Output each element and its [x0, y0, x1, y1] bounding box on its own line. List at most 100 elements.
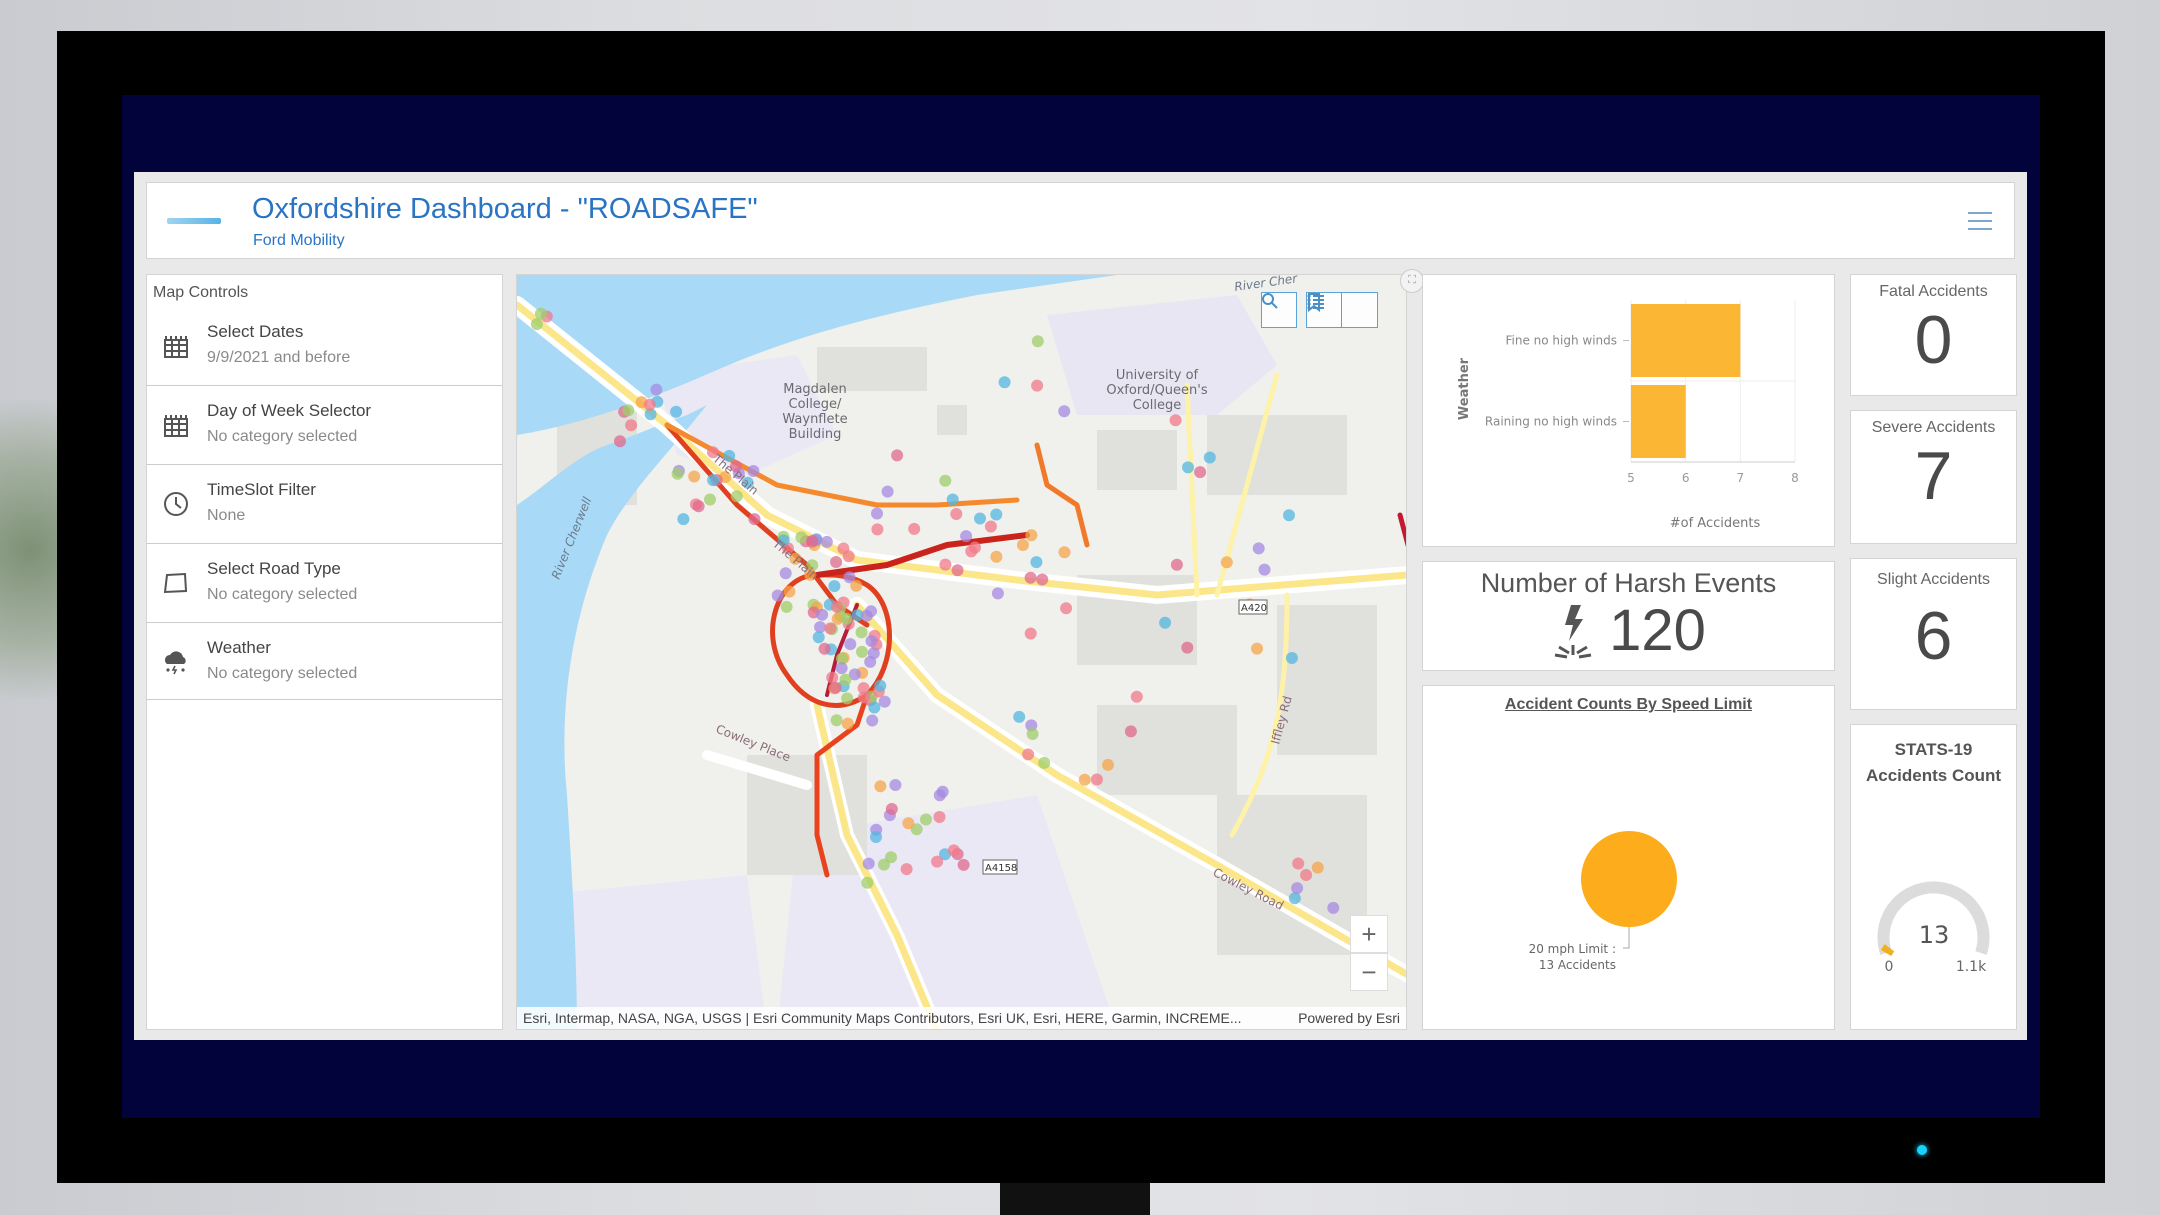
accident-point[interactable]: [1283, 509, 1295, 522]
accident-point[interactable]: [1022, 748, 1035, 761]
accident-point[interactable]: [889, 779, 902, 791]
accident-point[interactable]: [866, 714, 879, 727]
accident-point[interactable]: [946, 493, 959, 506]
accident-point[interactable]: [806, 535, 819, 547]
accident-point[interactable]: [1220, 556, 1233, 569]
accident-point[interactable]: [990, 550, 1003, 563]
accident-point[interactable]: [1036, 573, 1049, 586]
accident-point[interactable]: [870, 831, 882, 843]
bar-1[interactable]: [1631, 385, 1686, 458]
accident-point[interactable]: [814, 621, 827, 634]
hamburger-menu-icon[interactable]: [1968, 212, 1992, 232]
accident-point[interactable]: [908, 522, 921, 535]
accident-point[interactable]: [850, 579, 863, 592]
accident-point[interactable]: [1252, 542, 1265, 555]
accident-point[interactable]: [828, 580, 841, 593]
accident-point[interactable]: [1078, 773, 1091, 786]
accident-point[interactable]: [1169, 414, 1182, 427]
accident-point[interactable]: [830, 600, 843, 613]
accident-point[interactable]: [816, 608, 829, 621]
accident-point[interactable]: [891, 449, 904, 462]
accident-point[interactable]: [1258, 563, 1271, 576]
accident-point[interactable]: [830, 714, 843, 727]
accident-point[interactable]: [1024, 571, 1037, 584]
accident-point[interactable]: [920, 813, 932, 826]
accident-point[interactable]: [957, 858, 970, 871]
sidebar-item-timeslot[interactable]: TimeSlot Filter None: [147, 464, 502, 542]
accident-point[interactable]: [871, 523, 884, 536]
pie-slice-20mph[interactable]: [1581, 831, 1677, 927]
accident-point[interactable]: [933, 811, 946, 823]
accident-point[interactable]: [1124, 725, 1137, 738]
accident-point[interactable]: [824, 622, 837, 635]
accident-point[interactable]: [820, 535, 833, 548]
accident-point[interactable]: [771, 589, 784, 602]
accident-point[interactable]: [1251, 642, 1263, 655]
accident-point[interactable]: [829, 681, 842, 694]
legend-button[interactable]: [1307, 292, 1378, 328]
accident-point[interactable]: [857, 691, 870, 704]
sidebar-item-road-type[interactable]: Select Road Type No category selected: [147, 543, 502, 621]
accident-point[interactable]: [984, 520, 997, 533]
accident-point[interactable]: [856, 645, 868, 658]
accident-point[interactable]: [1291, 882, 1304, 895]
accident-point[interactable]: [874, 780, 887, 793]
accident-point[interactable]: [1030, 556, 1043, 569]
accident-point[interactable]: [835, 662, 848, 675]
accident-point[interactable]: [868, 701, 881, 714]
accident-point[interactable]: [688, 470, 701, 483]
accident-point[interactable]: [779, 567, 792, 580]
zoom-in-button[interactable]: +: [1350, 915, 1388, 953]
accident-point[interactable]: [960, 530, 973, 543]
accident-point[interactable]: [841, 692, 854, 705]
accident-point[interactable]: [861, 876, 874, 889]
accident-point[interactable]: [747, 465, 760, 477]
accident-point[interactable]: [936, 785, 949, 798]
accident-point[interactable]: [902, 817, 915, 830]
accident-point[interactable]: [1013, 710, 1026, 723]
accident-point[interactable]: [795, 531, 808, 544]
accident-point[interactable]: [839, 673, 852, 686]
accident-point[interactable]: [881, 485, 894, 498]
accident-point[interactable]: [865, 635, 878, 647]
accident-point[interactable]: [1017, 539, 1029, 551]
accident-point[interactable]: [1311, 861, 1324, 874]
accident-point[interactable]: [939, 558, 952, 571]
accident-point[interactable]: [692, 500, 705, 513]
accident-point[interactable]: [704, 493, 716, 506]
fullscreen-toggle-icon[interactable]: ⛶: [1400, 269, 1424, 293]
accident-point[interactable]: [1182, 461, 1194, 474]
accident-point[interactable]: [950, 508, 963, 520]
accident-point[interactable]: [812, 631, 825, 644]
accident-point[interactable]: [840, 612, 853, 625]
accident-point[interactable]: [780, 600, 793, 613]
accident-point[interactable]: [885, 851, 897, 864]
accident-point[interactable]: [1159, 616, 1172, 629]
accident-point[interactable]: [1327, 901, 1340, 914]
accident-point[interactable]: [951, 564, 964, 577]
accident-point[interactable]: [730, 490, 743, 503]
accident-point[interactable]: [844, 638, 857, 651]
accident-point[interactable]: [1060, 602, 1073, 615]
accident-point[interactable]: [650, 383, 663, 396]
accident-point[interactable]: [1181, 641, 1194, 654]
accident-point[interactable]: [874, 679, 887, 692]
accident-point[interactable]: [841, 717, 854, 730]
accident-point[interactable]: [1285, 652, 1298, 664]
powered-by-esri-link[interactable]: Powered by Esri: [1298, 1007, 1400, 1029]
accident-point[interactable]: [991, 587, 1004, 600]
accident-point[interactable]: [1288, 892, 1301, 905]
accident-point[interactable]: [671, 467, 684, 480]
accident-point[interactable]: [534, 307, 547, 320]
accident-point[interactable]: [830, 556, 843, 568]
accident-point[interactable]: [1102, 758, 1114, 771]
accident-point[interactable]: [998, 376, 1011, 389]
accident-point[interactable]: [855, 626, 868, 639]
accident-point[interactable]: [865, 605, 877, 618]
accident-point[interactable]: [871, 507, 883, 520]
accident-point[interactable]: [1300, 869, 1313, 881]
accident-point[interactable]: [990, 508, 1003, 521]
accident-point[interactable]: [1038, 756, 1051, 769]
accident-point[interactable]: [614, 435, 626, 448]
accident-point[interactable]: [1203, 451, 1216, 464]
